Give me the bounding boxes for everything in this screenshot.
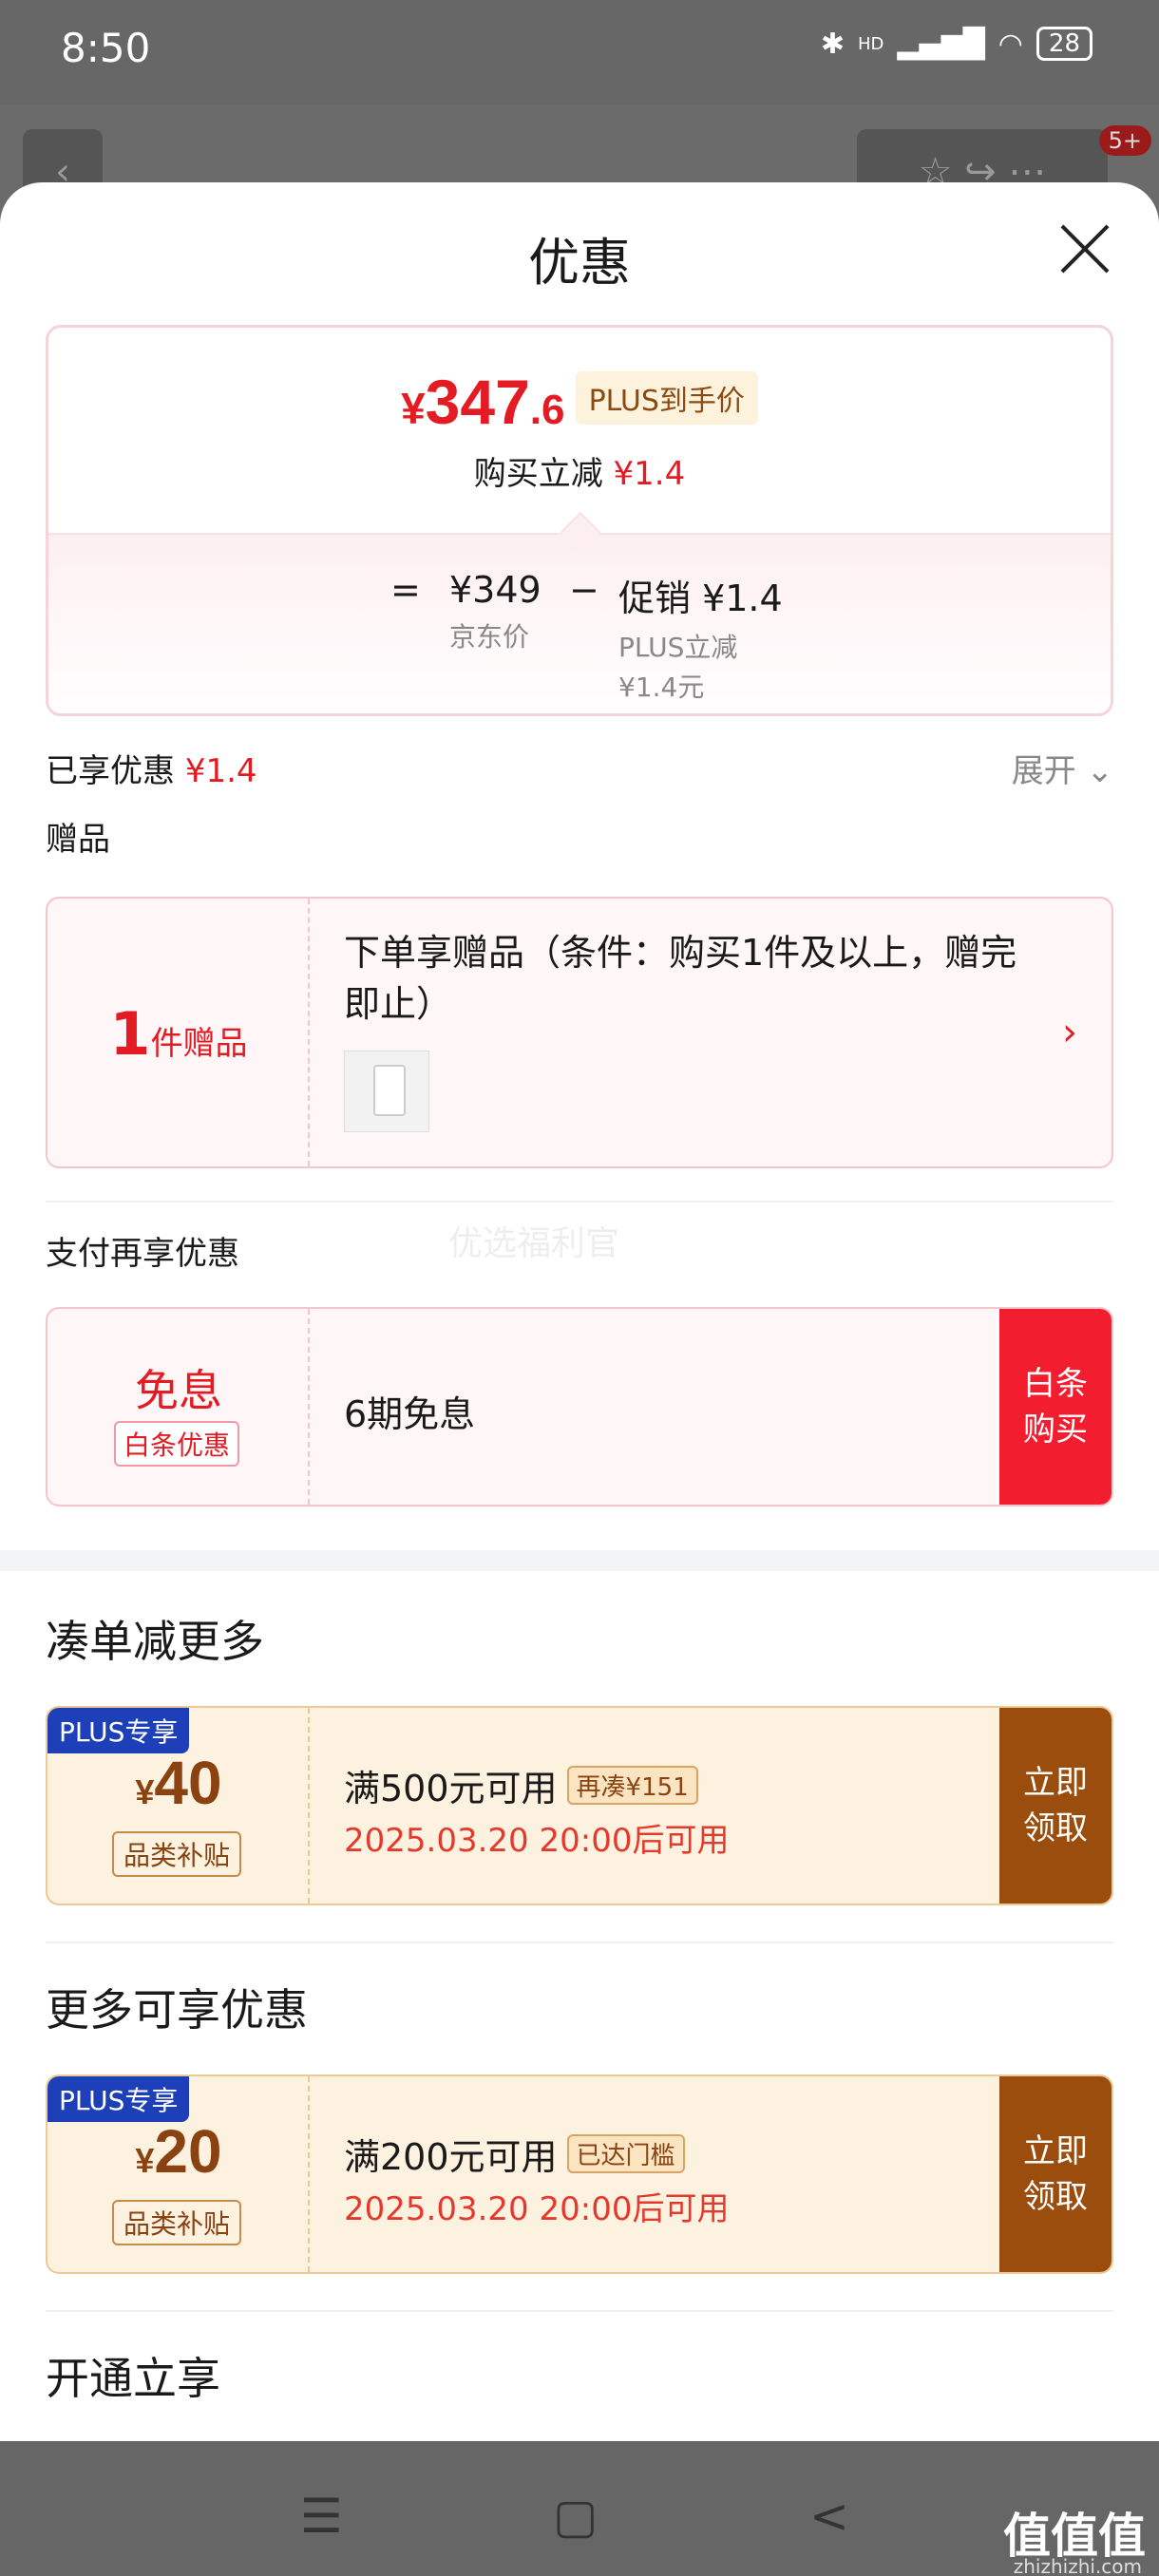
baitiao-buy-button[interactable]: 白条 购买	[999, 1309, 1112, 1505]
condition-tag: 已达门槛	[566, 2134, 685, 2173]
baitiao-tag: 白条优惠	[114, 1421, 240, 1467]
home-icon[interactable]: ▢	[553, 2489, 598, 2544]
chevron-right-icon: ›	[1062, 1011, 1077, 1054]
promo-discount: 促销 ¥1.4 PLUS立减 ¥1.4元	[618, 578, 783, 703]
chevron-down-icon: ⌄	[1086, 752, 1114, 790]
coupon-amount: ¥20	[135, 2117, 222, 2186]
system-nav-bar: ☰ ▢ < 值值值 zhizhizhi.com	[0, 2441, 1159, 2576]
bluetooth-icon: ✱	[820, 27, 846, 61]
coupon-card: PLUS专享 ¥40 品类补贴 满500元可用 再凑¥151 2025.03.20…	[46, 1706, 1113, 1905]
pay-section-title: 支付再享优惠	[46, 1235, 239, 1273]
status-bar: 8:50 ✱ HD ▂▄▆█ ◠ 28	[0, 0, 1159, 104]
coupon-left: PLUS专享 ¥20 品类补贴	[48, 2076, 310, 2272]
sheet-title: 优惠	[528, 233, 631, 293]
coupon-condition: 满500元可用 再凑¥151	[344, 1759, 698, 1811]
section-band	[0, 1550, 1159, 1571]
status-icons: ✱ HD ▂▄▆█ ◠ 28	[821, 27, 1092, 61]
divider	[46, 1201, 1113, 1203]
status-time: 8:50	[61, 25, 151, 71]
gift-section-title: 赠品	[46, 821, 110, 859]
final-price: ¥347.6	[401, 367, 565, 437]
discount-sheet: 优惠 ¥347.6 PLUS到手价 购买立减 ¥1.4 = ¥349 京东价 −…	[0, 182, 1159, 2441]
gift-card[interactable]: 1件赠品 下单享赠品（条件：购买1件及以上，赠完即止） ›	[46, 897, 1113, 1168]
instant-reduction: 购买立减 ¥1.4	[473, 455, 686, 493]
battery-icon: 28	[1036, 27, 1092, 61]
coupon-date: 2025.03.20 20:00后可用	[344, 1822, 730, 1860]
back-icon[interactable]: <	[809, 2489, 849, 2544]
plus-badge: PLUS专享	[48, 1708, 190, 1753]
gift-left: 1件赠品	[48, 899, 310, 1166]
jd-price: ¥349 京东价	[449, 569, 542, 653]
wifi-icon: ◠	[998, 27, 1023, 61]
gift-description: 下单享赠品（条件：购买1件及以上，赠完即止）	[344, 932, 1017, 1025]
installment-card: 免息 白条优惠 6期免息 白条 购买	[46, 1307, 1113, 1506]
divider	[46, 2310, 1113, 2312]
interest-free-title: 免息	[135, 1365, 222, 1416]
claim-button[interactable]: 立即 领取	[999, 2076, 1112, 2272]
menu-icon[interactable]: ☰	[300, 2489, 343, 2544]
installment-left: 免息 白条优惠	[48, 1309, 310, 1505]
category-tag: 品类补贴	[112, 1831, 242, 1877]
category-tag: 品类补贴	[112, 2200, 242, 2245]
plus-price-tag: PLUS到手价	[575, 371, 758, 425]
enjoyed-discount: 已享优惠 ¥1.4	[46, 752, 257, 790]
gift-thumbnail	[344, 1051, 429, 1132]
bundle-section-title: 凑单减更多	[46, 1616, 264, 1667]
coupon-condition: 满200元可用 已达门槛	[344, 2128, 685, 2180]
more-section-title: 更多可享优惠	[46, 1984, 308, 2036]
claim-button[interactable]: 立即 领取	[999, 1708, 1112, 1904]
plus-badge: PLUS专享	[48, 2076, 190, 2122]
watermark-text: 优选福利官	[448, 1224, 620, 1263]
equals-sign: =	[390, 569, 421, 611]
divider	[46, 1941, 1113, 1943]
gift-count: 1件赠品	[109, 999, 248, 1069]
condition-tag: 再凑¥151	[566, 1766, 698, 1805]
hd-label: HD	[858, 33, 884, 54]
notification-badge: 5+	[1098, 125, 1151, 156]
coupon-date: 2025.03.20 20:00后可用	[344, 2190, 730, 2228]
close-icon[interactable]	[1058, 222, 1112, 275]
coupon-amount: ¥40	[135, 1749, 222, 1817]
installment-text: 6期免息	[344, 1393, 476, 1435]
expand-toggle[interactable]: 展开 ⌄	[1012, 745, 1113, 791]
coupon-card: PLUS专享 ¥20 品类补贴 满200元可用 已达门槛 2025.03.20 2…	[46, 2074, 1113, 2274]
minus-sign: −	[569, 569, 599, 611]
signal-icon: ▂▄▆█	[897, 27, 985, 61]
brand-url: zhizhizhi.com	[1013, 2555, 1142, 2576]
price-summary: ¥347.6 PLUS到手价 购买立减 ¥1.4 = ¥349 京东价 − 促销…	[46, 325, 1113, 716]
coupon-left: PLUS专享 ¥40 品类补贴	[48, 1708, 310, 1904]
open-section-title: 开通立享	[46, 2353, 220, 2404]
